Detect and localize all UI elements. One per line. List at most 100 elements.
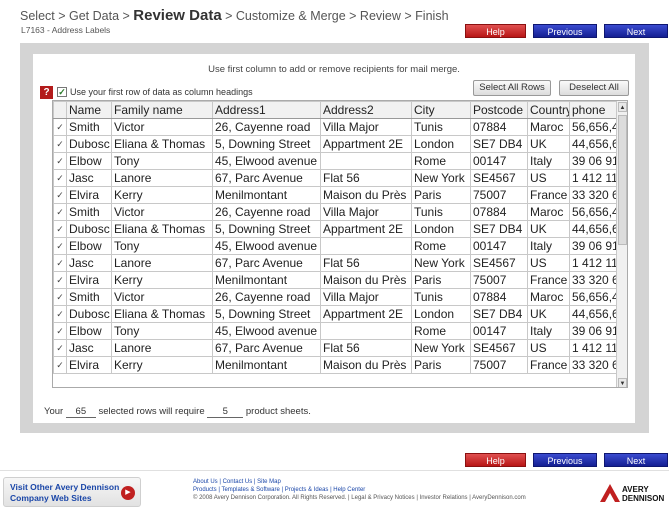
row-select-checkmark[interactable]: ✓ xyxy=(53,271,67,289)
cell-name: Jasc xyxy=(66,169,112,187)
cell-name: Elvira xyxy=(66,271,112,289)
table-row[interactable]: ✓ Elbow Tony 45, Elwood avenue Rome 00147 Ital… xyxy=(53,322,619,340)
row-select-checkmark[interactable]: ✓ xyxy=(53,356,67,374)
cell-family-name: Kerry xyxy=(111,271,213,289)
cell-family-name: Victor xyxy=(111,203,213,221)
cell-address1: 26, Cayenne road xyxy=(212,118,321,136)
footer-links-row-2[interactable]: Products | Templates & Software | Projec… xyxy=(193,486,526,494)
previous-button-top[interactable]: Previous xyxy=(533,24,597,38)
row-select-checkmark[interactable]: ✓ xyxy=(53,254,67,272)
logo-wordmark-line-1: AVERY xyxy=(622,485,649,494)
row-select-checkmark[interactable]: ✓ xyxy=(53,203,67,221)
table-row[interactable]: ✓ Elvira Kerry Menilmontant Maison du Près Pa… xyxy=(53,186,619,204)
cell-name: Elbow xyxy=(66,322,112,340)
wizard-step-review-data: Review Data xyxy=(133,7,222,24)
cell-address1: 67, Parc Avenue xyxy=(212,339,321,357)
table-row[interactable]: ✓ Elvira Kerry Menilmontant Maison du Près Pa… xyxy=(53,356,619,374)
visit-other-sites-button[interactable]: Visit Other Avery Dennison Company Web S… xyxy=(3,477,141,507)
row-select-checkmark[interactable]: ✓ xyxy=(53,186,67,204)
cell-city: London xyxy=(411,220,471,238)
cell-address2: Maison du Près xyxy=(320,186,412,204)
cell-address1: 67, Parc Avenue xyxy=(212,169,321,187)
cell-city: Rome xyxy=(411,237,471,255)
cell-name: Jasc xyxy=(66,254,112,272)
column-header-family-name[interactable]: Family name xyxy=(111,101,213,119)
wizard-step-customize-merge: Customize & Merge xyxy=(235,9,346,23)
table-row[interactable]: ✓ Jasc Lanore 67, Parc Avenue Flat 56 New Yor… xyxy=(53,339,619,357)
cell-phone: 44,656,656,9 xyxy=(569,220,619,238)
cell-postcode: 75007 xyxy=(470,186,528,204)
cell-phone: 56,656,454,6 xyxy=(569,203,619,221)
table-row[interactable]: ✓ Jasc Lanore 67, Parc Avenue Flat 56 New Yor… xyxy=(53,254,619,272)
previous-button-bottom[interactable]: Previous xyxy=(533,453,597,467)
cell-address1: 5, Downing Street xyxy=(212,305,321,323)
cell-name: Elvira xyxy=(66,186,112,204)
table-row[interactable]: ✓ Elbow Tony 45, Elwood avenue Rome 00147 Ital… xyxy=(53,237,619,255)
use-first-row-checkbox[interactable]: ✓ xyxy=(57,87,67,97)
cell-family-name: Victor xyxy=(111,118,213,136)
row-select-checkmark[interactable]: ✓ xyxy=(53,135,67,153)
row-select-checkmark[interactable]: ✓ xyxy=(53,118,67,136)
cell-city: Tunis xyxy=(411,203,471,221)
wizard-step-review: Review xyxy=(359,9,401,23)
avery-dennison-logo[interactable]: AVERY DENNISON xyxy=(598,479,668,509)
cell-city: Paris xyxy=(411,186,471,204)
cell-postcode: 07884 xyxy=(470,118,528,136)
help-button-bottom[interactable]: Help xyxy=(465,453,526,467)
column-header-country[interactable]: Country xyxy=(527,101,570,119)
column-header-postcode[interactable]: Postcode xyxy=(470,101,528,119)
column-header-city[interactable]: City xyxy=(411,101,471,119)
row-select-checkmark[interactable]: ✓ xyxy=(53,288,67,306)
column-header-name[interactable]: Name xyxy=(66,101,112,119)
scroll-thumb[interactable] xyxy=(618,115,627,245)
table-row[interactable]: ✓ Elvira Kerry Menilmontant Maison du Près Pa… xyxy=(53,271,619,289)
table-row[interactable]: ✓ Dubosc Eliana & Thomas 5, Downing Street A… xyxy=(53,135,619,153)
row-select-checkmark[interactable]: ✓ xyxy=(53,339,67,357)
row-select-checkmark[interactable]: ✓ xyxy=(53,220,67,238)
wizard-step-get-data[interactable]: Get Data xyxy=(69,9,119,23)
cell-name: Smith xyxy=(66,288,112,306)
cell-phone: 56,656,454,6 xyxy=(569,288,619,306)
help-button-top[interactable]: Help xyxy=(465,24,526,38)
table-row[interactable]: ✓ Smith Victor 26, Cayenne road Villa Major T… xyxy=(53,288,619,306)
column-header-address2[interactable]: Address2 xyxy=(320,101,412,119)
use-first-row-option[interactable]: ✓ Use your first row of data as column h… xyxy=(57,87,253,97)
table-row[interactable]: ✓ Smith Victor 26, Cayenne road Villa Major T… xyxy=(53,203,619,221)
table-row[interactable]: ✓ Dubosc Eliana & Thomas 5, Downing Street A… xyxy=(53,220,619,238)
cell-family-name: Kerry xyxy=(111,186,213,204)
next-button-top[interactable]: Next xyxy=(604,24,668,38)
cell-address1: 26, Cayenne road xyxy=(212,203,321,221)
cell-address1: 67, Parc Avenue xyxy=(212,254,321,272)
footer-divider xyxy=(0,470,669,471)
cell-country: France xyxy=(527,271,570,289)
cell-address1: 5, Downing Street xyxy=(212,220,321,238)
row-select-checkmark[interactable]: ✓ xyxy=(53,152,67,170)
table-row[interactable]: ✓ Elbow Tony 45, Elwood avenue Rome 00147 Ital… xyxy=(53,152,619,170)
next-button-bottom[interactable]: Next xyxy=(604,453,668,467)
row-select-checkmark[interactable]: ✓ xyxy=(53,169,67,187)
cell-name: Elbow xyxy=(66,237,112,255)
cell-name: Smith xyxy=(66,118,112,136)
row-select-checkmark[interactable]: ✓ xyxy=(53,322,67,340)
cell-address2: Flat 56 xyxy=(320,339,412,357)
summary-suffix: product sheets. xyxy=(245,406,311,417)
table-row[interactable]: ✓ Dubosc Eliana & Thomas 5, Downing Street A… xyxy=(53,305,619,323)
scroll-down-arrow-icon[interactable]: ▼ xyxy=(618,378,627,387)
cell-city: Rome xyxy=(411,322,471,340)
cell-name: Dubosc xyxy=(66,305,112,323)
row-select-checkmark[interactable]: ✓ xyxy=(53,237,67,255)
wizard-step-select[interactable]: Select xyxy=(20,9,55,23)
footer-links-row-1[interactable]: About Us | Contact Us | Site Map xyxy=(193,478,526,486)
scroll-up-arrow-icon[interactable]: ▲ xyxy=(618,102,627,112)
select-all-rows-button[interactable]: Select All Rows xyxy=(473,80,551,96)
help-icon[interactable]: ? xyxy=(40,86,53,99)
deselect-all-button[interactable]: Deselect All xyxy=(559,80,629,96)
cell-address2: Maison du Près xyxy=(320,271,412,289)
column-header-phone[interactable]: phone xyxy=(569,101,619,119)
cell-address1: Menilmontant xyxy=(212,271,321,289)
table-row[interactable]: ✓ Jasc Lanore 67, Parc Avenue Flat 56 New Yor… xyxy=(53,169,619,187)
table-row[interactable]: ✓ Smith Victor 26, Cayenne road Villa Major T… xyxy=(53,118,619,136)
column-header-address1[interactable]: Address1 xyxy=(212,101,321,119)
row-select-checkmark[interactable]: ✓ xyxy=(53,305,67,323)
grid-scrollbar[interactable]: ▲ ▼ xyxy=(616,101,627,387)
